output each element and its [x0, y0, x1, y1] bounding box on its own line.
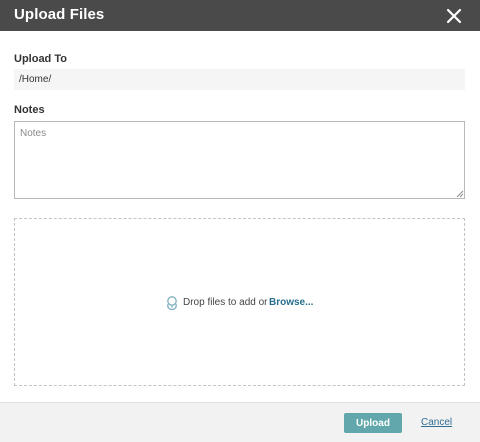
notes-textarea[interactable] [14, 121, 465, 199]
close-icon [446, 8, 462, 24]
notes-label: Notes [14, 104, 45, 116]
upload-path-field: /Home/ [14, 69, 465, 90]
upload-cloud-icon [167, 296, 177, 311]
file-dropzone[interactable]: Drop files to add or Browse... [14, 218, 465, 386]
dialog-titlebar: Upload Files [0, 0, 480, 31]
upload-files-dialog: Upload Files Upload To /Home/ Notes Drop… [0, 0, 480, 442]
upload-button[interactable]: Upload [344, 413, 402, 433]
dialog-title: Upload Files [14, 6, 105, 23]
resize-grip-icon[interactable] [456, 190, 464, 198]
dropzone-text: Drop files to add or [183, 297, 268, 308]
upload-path-value: /Home/ [19, 74, 52, 85]
upload-to-label: Upload To [14, 53, 67, 65]
browse-link[interactable]: Browse... [269, 297, 313, 308]
cancel-link[interactable]: Cancel [421, 417, 452, 428]
close-button[interactable] [444, 6, 464, 26]
dialog-footer: Upload Cancel [0, 402, 480, 442]
